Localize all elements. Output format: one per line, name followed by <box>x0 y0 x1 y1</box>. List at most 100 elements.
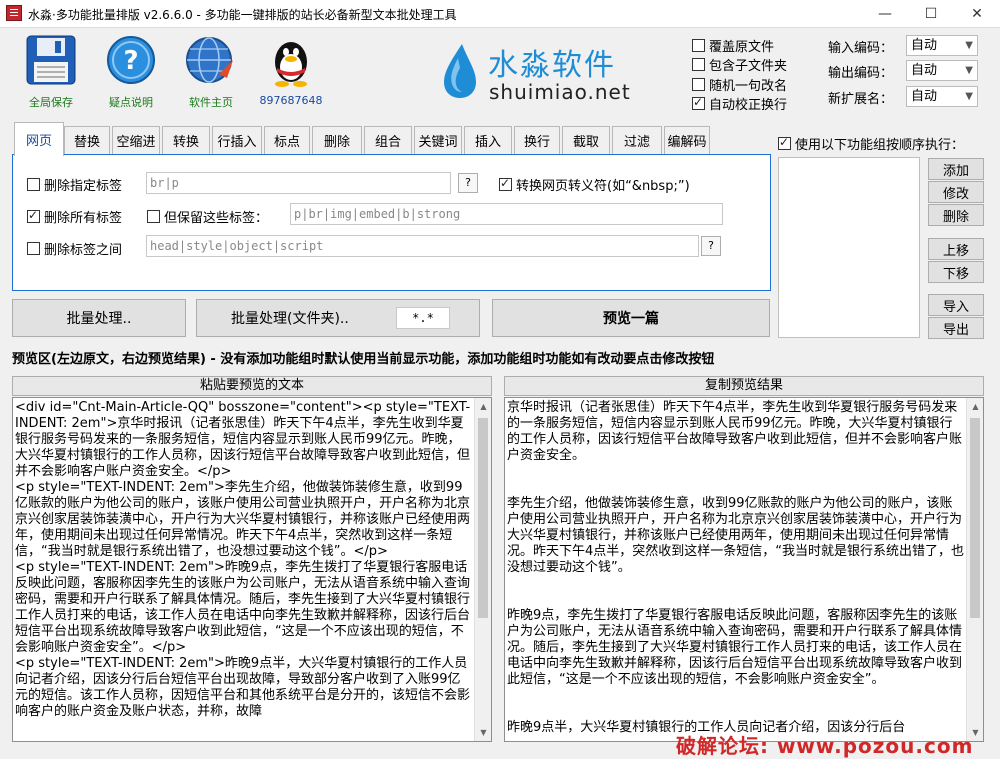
group-add-button[interactable]: 添加 <box>928 158 984 180</box>
keep-tags-input[interactable]: p|br|img|embed|b|strong <box>290 203 723 225</box>
scroll-up-icon[interactable]: ▲ <box>475 398 491 415</box>
scroll-down-icon[interactable]: ▼ <box>475 724 491 741</box>
chevron-down-icon: ▼ <box>965 91 973 102</box>
result-text-area[interactable]: 京华时报讯（记者张思佳）昨天下午4点半，李先生收到华夏银行服务号码发来的一条服务… <box>504 397 984 742</box>
source-text-area[interactable]: <div id="Cnt-Main-Article-QQ" bosszone="… <box>12 397 492 742</box>
delete-all-tags-label: 删除所有标签 <box>44 211 123 226</box>
convert-entities-label: 转换网页转义符(如“&nbsp;”) <box>516 179 690 194</box>
delete-between-help-button[interactable]: ? <box>701 236 721 256</box>
preview-info-text: 预览区(左边原文，右边预览结果) - 没有添加功能组时默认使用当前显示功能，添加… <box>12 352 715 367</box>
title-bar: 水淼·多功能批量排版 v2.6.6.0 - 多功能一键排版的站长必备新型文本批处… <box>0 0 1000 28</box>
homepage-button[interactable]: 软件主页 <box>176 34 246 114</box>
tab-keywords[interactable]: 关键词 <box>414 126 462 154</box>
group-import-button[interactable]: 导入 <box>928 294 984 316</box>
tab-extract[interactable]: 截取 <box>562 126 610 154</box>
water-drop-logo-icon <box>444 44 476 98</box>
help-button[interactable]: ? 疑点说明 <box>96 34 166 114</box>
result-scrollbar[interactable]: ▲ ▼ <box>966 398 983 741</box>
output-encoding-value: 自动 <box>911 63 938 78</box>
tab-replace[interactable]: 替换 <box>64 126 110 154</box>
scroll-thumb[interactable] <box>970 418 980 618</box>
group-move-down-button[interactable]: 下移 <box>928 261 984 283</box>
tab-codec[interactable]: 编解码 <box>664 126 710 154</box>
preview-one-button[interactable]: 预览一篇 <box>492 299 770 337</box>
delete-between-tags-checkbox-box[interactable] <box>27 242 40 255</box>
subfolders-label: 包含子文件夹 <box>709 59 788 74</box>
delete-between-tags-input[interactable]: head|style|object|script <box>146 235 699 257</box>
delete-between-tags-checkbox[interactable]: 删除标签之间 <box>27 239 122 258</box>
delete-tags-help-button[interactable]: ? <box>458 173 478 193</box>
use-function-group-checkbox[interactable]: 使用以下功能组按顺序执行： <box>778 134 964 153</box>
delete-tags-input[interactable]: br|p <box>146 172 451 194</box>
source-scrollbar[interactable]: ▲ ▼ <box>474 398 491 741</box>
tab-delete[interactable]: 删除 <box>312 126 362 154</box>
keep-tags-checkbox-box[interactable] <box>147 210 160 223</box>
keep-tags-checkbox[interactable]: 但保留这些标签： <box>147 207 268 226</box>
input-encoding-select[interactable]: 自动 ▼ <box>906 35 978 56</box>
new-extension-value: 自动 <box>911 89 938 104</box>
tab-punctuation[interactable]: 标点 <box>264 126 310 154</box>
scroll-up-icon[interactable]: ▲ <box>967 398 983 415</box>
overwrite-checkbox[interactable]: 覆盖原文件 <box>692 36 774 55</box>
subfolders-checkbox[interactable]: 包含子文件夹 <box>692 55 787 74</box>
maximize-button[interactable]: ☐ <box>908 0 954 28</box>
tab-filter[interactable]: 过滤 <box>612 126 662 154</box>
random-rename-checkbox[interactable]: 随机一句改名 <box>692 75 787 94</box>
group-export-button[interactable]: 导出 <box>928 317 984 339</box>
delete-tags-label: 删除指定标签 <box>44 179 123 194</box>
help-icon: ? <box>107 36 155 84</box>
svg-text:?: ? <box>123 46 138 76</box>
floppy-disk-icon <box>26 35 76 85</box>
file-filter-input[interactable]: *.* <box>396 307 450 329</box>
delete-between-tags-label: 删除标签之间 <box>44 243 123 258</box>
convert-entities-checkbox[interactable]: 转换网页转义符(如“&nbsp;”) <box>499 175 690 194</box>
minimize-button[interactable]: — <box>862 0 908 28</box>
delete-tags-checkbox[interactable]: 删除指定标签 <box>27 175 122 194</box>
use-function-group-checkbox-box[interactable] <box>778 135 791 150</box>
tab-combine[interactable]: 组合 <box>364 126 412 154</box>
delete-all-tags-checkbox-box[interactable] <box>27 208 40 223</box>
input-encoding-label: 输入编码： <box>828 41 894 56</box>
convert-entities-checkbox-box[interactable] <box>499 176 512 191</box>
group-edit-button[interactable]: 修改 <box>928 181 984 203</box>
copy-result-header-button[interactable]: 复制预览结果 <box>504 376 984 396</box>
new-extension-select[interactable]: 自动 ▼ <box>906 86 978 107</box>
batch-process-button[interactable]: 批量处理.. <box>12 299 186 337</box>
tab-line-insert[interactable]: 行插入 <box>212 126 262 154</box>
use-function-group-label: 使用以下功能组按顺序执行： <box>795 138 965 153</box>
close-button[interactable]: ✕ <box>954 0 1000 28</box>
delete-all-tags-checkbox[interactable]: 删除所有标签 <box>27 207 122 226</box>
qq-label: 897687648 <box>259 94 323 107</box>
delete-tags-checkbox-box[interactable] <box>27 178 40 191</box>
chevron-down-icon: ▼ <box>965 65 973 76</box>
paste-source-header-button[interactable]: 粘贴要预览的文本 <box>12 376 492 396</box>
watermark-text: 破解论坛: www.pozou.com <box>676 734 974 758</box>
input-encoding-value: 自动 <box>911 38 938 53</box>
save-all-button[interactable]: 全局保存 <box>16 34 86 114</box>
subfolders-checkbox-box[interactable] <box>692 58 705 71</box>
tab-convert[interactable]: 转换 <box>162 126 210 154</box>
chevron-down-icon: ▼ <box>965 40 973 51</box>
tab-line-break[interactable]: 换行 <box>514 126 560 154</box>
output-encoding-select[interactable]: 自动 ▼ <box>906 60 978 81</box>
tab-insert[interactable]: 插入 <box>464 126 512 154</box>
scroll-thumb[interactable] <box>478 418 488 618</box>
random-rename-checkbox-box[interactable] <box>692 78 705 91</box>
function-group-list[interactable] <box>778 157 920 338</box>
tab-web[interactable]: 网页 <box>14 122 64 156</box>
logo-chinese-text: 水淼软件 <box>488 48 616 83</box>
overwrite-label: 覆盖原文件 <box>709 40 775 55</box>
group-move-up-button[interactable]: 上移 <box>928 238 984 260</box>
auto-wrap-checkbox[interactable]: 自动校正换行 <box>692 94 787 113</box>
tab-indent[interactable]: 空缩进 <box>112 126 160 154</box>
group-delete-button[interactable]: 删除 <box>928 204 984 226</box>
overwrite-checkbox-box[interactable] <box>692 39 705 52</box>
globe-icon <box>186 37 233 83</box>
logo-english-text: shuimiao.net <box>489 80 631 104</box>
qq-button[interactable]: 897687648 <box>256 34 326 114</box>
save-all-label: 全局保存 <box>29 96 73 109</box>
qq-penguin-icon <box>275 42 307 87</box>
keep-tags-label: 但保留这些标签： <box>164 211 269 226</box>
auto-wrap-checkbox-box[interactable] <box>692 95 705 110</box>
random-rename-label: 随机一句改名 <box>709 79 788 94</box>
